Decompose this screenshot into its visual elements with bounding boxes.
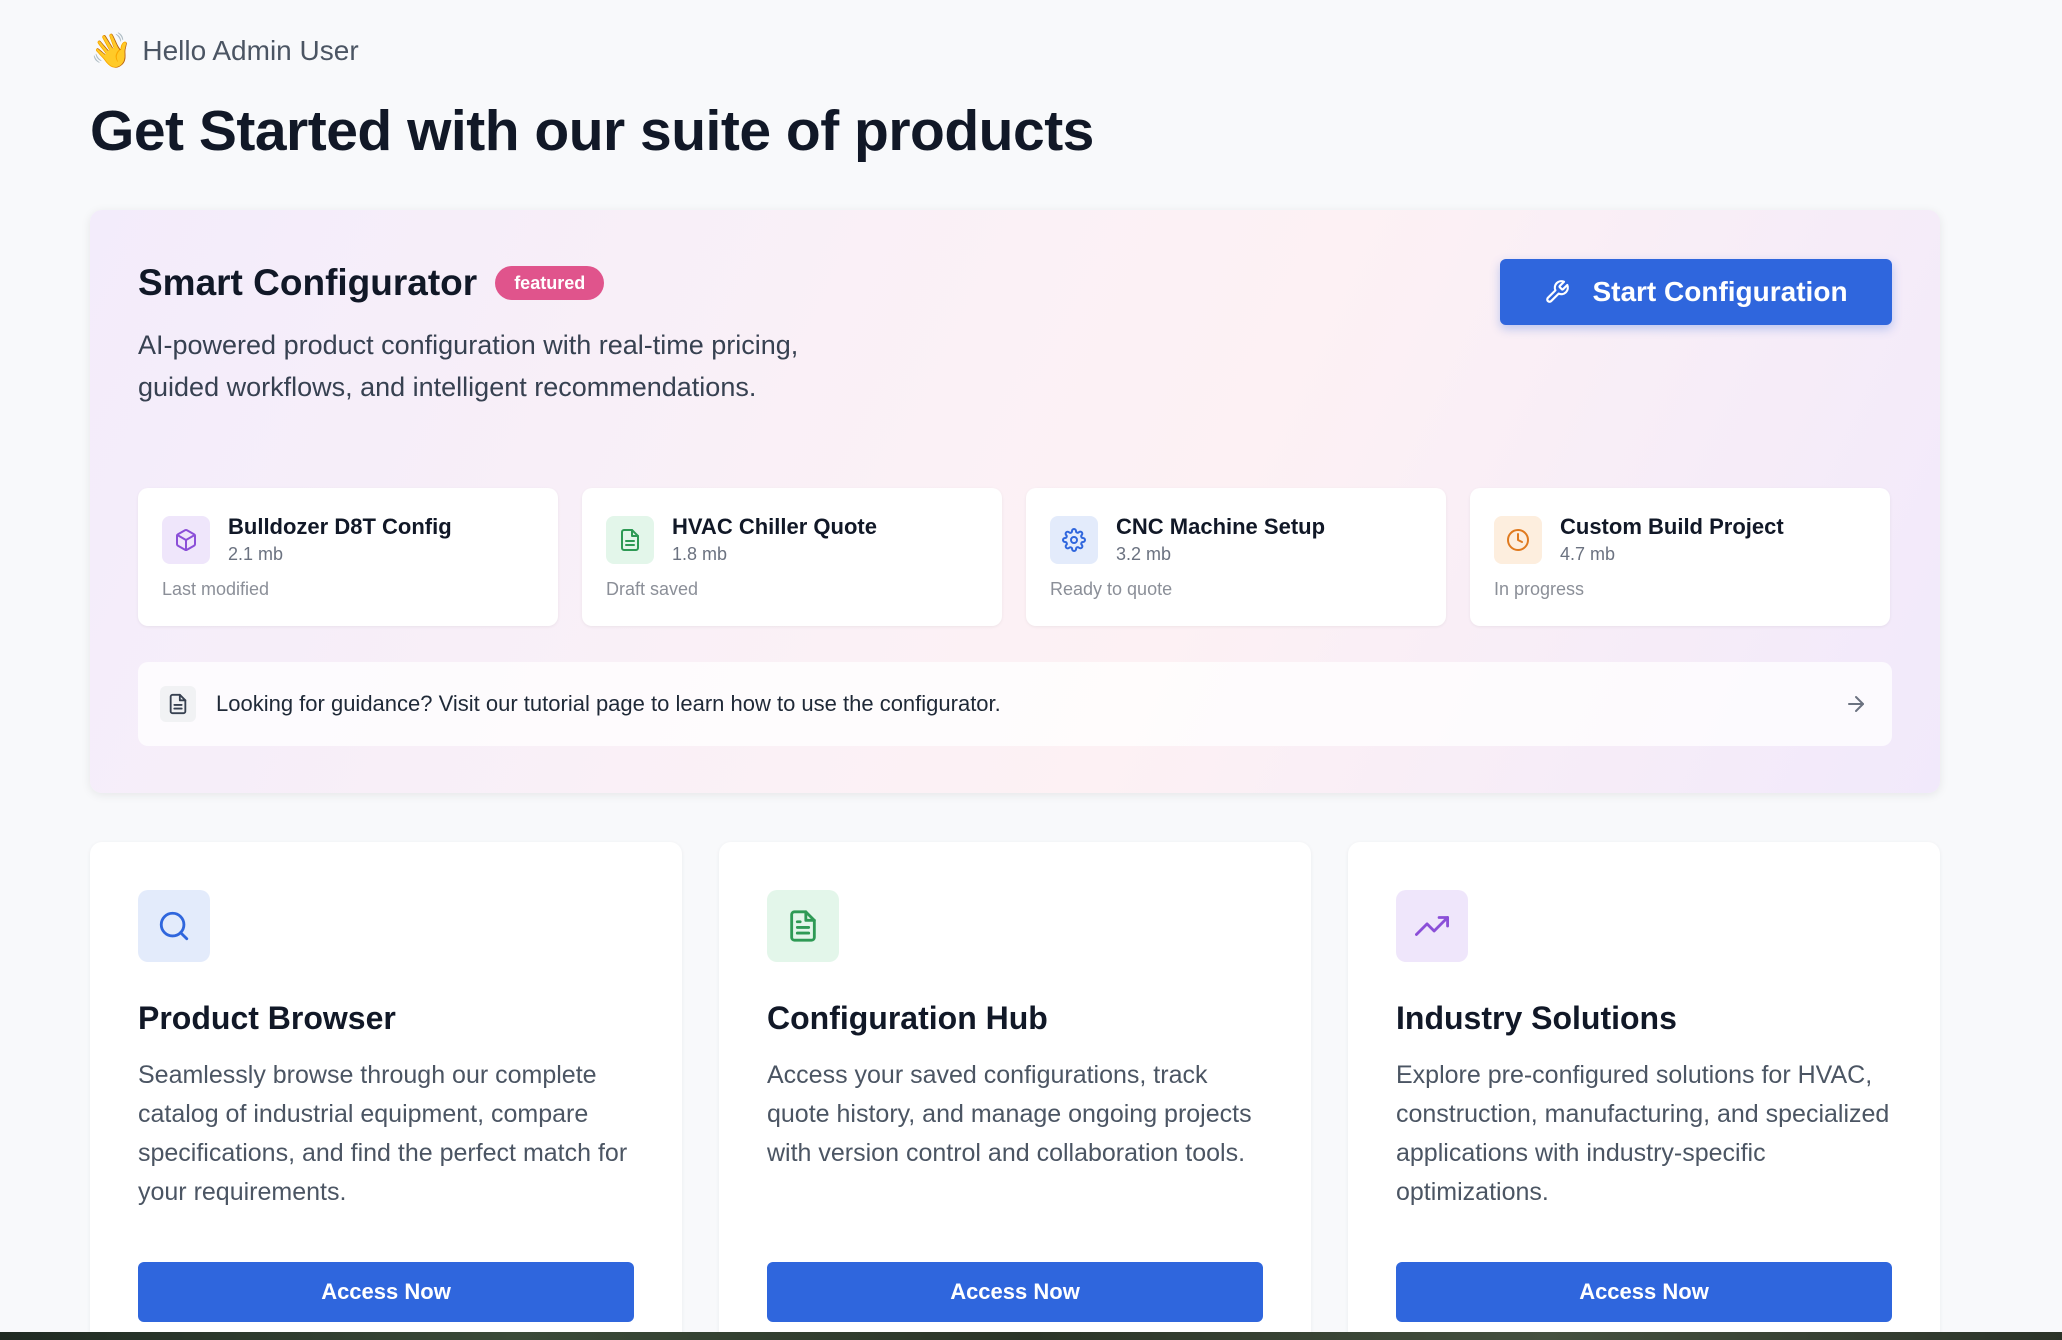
file-status: Ready to quote — [1050, 579, 1173, 599]
file-card[interactable]: CNC Machine Setup 3.2 mb Ready to quote — [1026, 488, 1446, 626]
search-icon — [138, 890, 210, 962]
recent-files: Bulldozer D8T Config 2.1 mb Last modifie… — [138, 488, 1892, 626]
cube-icon — [162, 516, 210, 564]
product-description: Seamlessly browse through our complete c… — [138, 1061, 628, 1206]
product-description: Access your saved configurations, track … — [767, 1061, 1252, 1167]
featured-title: Smart Configurator — [138, 262, 478, 303]
product-card-product-browser: Product Browser Seamlessly browse throug… — [90, 842, 682, 1340]
featured-badge: featured — [495, 266, 605, 300]
product-title: Industry Solutions — [1396, 1000, 1677, 1036]
file-size: 4.7 mb — [1560, 544, 1616, 564]
file-status: Last modified — [162, 579, 270, 599]
file-size: 3.2 mb — [1116, 544, 1172, 564]
file-name: Custom Build Project — [1560, 514, 1784, 539]
file-size: 2.1 mb — [228, 544, 284, 564]
file-card[interactable]: Custom Build Project 4.7 mb In progress — [1470, 488, 1890, 626]
wave-emoji: 👋 — [90, 32, 133, 70]
trending-up-icon — [1396, 890, 1468, 962]
product-cards: Product Browser Seamlessly browse throug… — [90, 842, 1940, 1340]
product-description: Explore pre-configured solutions for HVA… — [1396, 1061, 1890, 1206]
file-card[interactable]: Bulldozer D8T Config 2.1 mb Last modifie… — [138, 488, 558, 626]
file-name: Bulldozer D8T Config — [228, 514, 452, 539]
file-status: In progress — [1494, 579, 1585, 599]
featured-title-row: Smart Configurator featured — [138, 262, 605, 304]
product-title: Product Browser — [138, 1000, 396, 1036]
tutorial-text: Looking for guidance? Visit our tutorial… — [216, 691, 1001, 716]
featured-description: AI-powered product configuration with re… — [138, 330, 799, 402]
file-name: HVAC Chiller Quote — [672, 514, 877, 539]
file-size: 1.8 mb — [672, 544, 728, 564]
start-configuration-label: Start Configuration — [1592, 276, 1848, 307]
arrow-right-icon — [1848, 696, 1864, 712]
gear-icon — [1050, 516, 1098, 564]
start-configuration-button[interactable]: Start Configuration — [1500, 259, 1892, 325]
page-title: Get Started with our suite of products — [90, 99, 1094, 163]
smart-configurator-card: Smart Configurator featured AI-powered p… — [90, 210, 1940, 793]
access-now-button[interactable]: Access Now — [1396, 1262, 1892, 1322]
greeting: 👋 Hello Admin User — [90, 34, 359, 68]
tutorial-link[interactable]: Looking for guidance? Visit our tutorial… — [138, 662, 1892, 746]
document-icon — [767, 890, 839, 962]
wrench-icon — [1546, 280, 1570, 303]
background-image-strip — [0, 1332, 2062, 1340]
document-icon — [606, 516, 654, 564]
product-card-industry-solutions: Industry Solutions Explore pre-configure… — [1348, 842, 1940, 1340]
product-title: Configuration Hub — [767, 1000, 1048, 1036]
access-now-button[interactable]: Access Now — [767, 1262, 1263, 1322]
file-status: Draft saved — [606, 579, 699, 599]
access-now-button[interactable]: Access Now — [138, 1262, 634, 1322]
file-card[interactable]: HVAC Chiller Quote 1.8 mb Draft saved — [582, 488, 1002, 626]
file-name: CNC Machine Setup — [1116, 514, 1326, 539]
document-icon — [160, 686, 196, 722]
greeting-text: Hello Admin User — [142, 35, 359, 66]
product-card-configuration-hub: Configuration Hub Access your saved conf… — [719, 842, 1311, 1340]
clock-icon — [1494, 516, 1542, 564]
